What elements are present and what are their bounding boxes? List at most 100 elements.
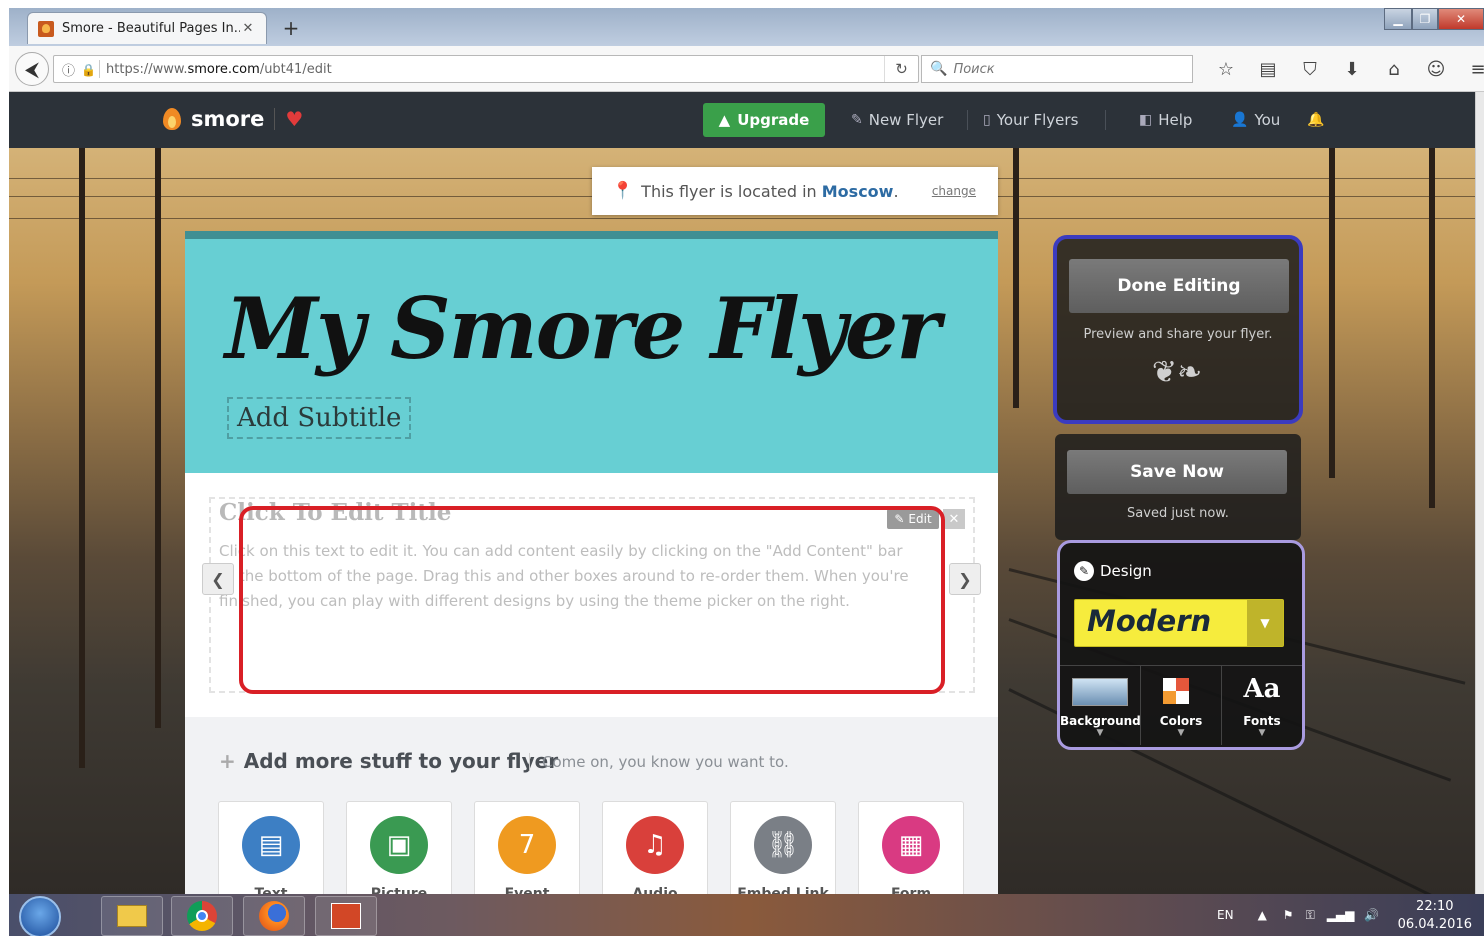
minimize-button[interactable]: ▁ [1384, 8, 1412, 30]
upgrade-icon: ▲ [718, 111, 731, 129]
smore-logo[interactable]: smore ♥ [161, 106, 303, 132]
window-controls: ▁ ❐ ✕ [1384, 8, 1484, 30]
close-window-button[interactable]: ✕ [1438, 8, 1484, 30]
chevron-down-icon[interactable]: ▼ [1247, 600, 1283, 646]
new-tab-button[interactable]: + [279, 16, 303, 40]
logo-text: smore [191, 107, 265, 131]
design-label: ✎ Design [1074, 561, 1152, 581]
scrollbar[interactable] [1475, 92, 1484, 894]
browser-tab[interactable]: Smore - Beautiful Pages In... ✕ [27, 12, 267, 44]
language-indicator[interactable]: EN [1217, 908, 1234, 922]
pocket-icon[interactable]: ⛉ [1289, 56, 1331, 82]
colors-tool[interactable]: Colors ▼ [1141, 666, 1222, 745]
form-icon: ▦ [882, 816, 940, 874]
file-explorer-icon[interactable] [101, 896, 163, 936]
reading-list-icon[interactable]: ▤ [1247, 56, 1289, 82]
background-icon [1072, 678, 1128, 706]
notifications-bell-icon[interactable]: 🔔 [1307, 103, 1330, 137]
fonts-tool[interactable]: Aa Fonts ▼ [1222, 666, 1302, 745]
previous-arrow-icon[interactable]: ❮ [202, 563, 234, 595]
url-text[interactable]: https://www.smore.com/ubt41/edit [106, 62, 884, 77]
delete-block-icon[interactable]: ✕ [943, 509, 965, 529]
maximize-button[interactable]: ❐ [1412, 8, 1438, 30]
nav-new-flyer[interactable]: ✎ New Flyer [851, 103, 943, 137]
home-icon[interactable]: ⌂ [1373, 56, 1415, 82]
help-icon: ◧ [1139, 112, 1153, 128]
add-form-card[interactable]: ▦ Form [858, 801, 964, 894]
save-now-button[interactable]: Save Now [1067, 450, 1287, 494]
flyer-body: ✎ Edit ✕ Click To Edit Title Click on thi… [185, 473, 998, 717]
add-picture-card[interactable]: ▣ Picture [346, 801, 452, 894]
taskbar: EN ▲ ⚑ ⚿ ▂▄▆ 🔊 22:10 06.04.2016 [9, 894, 1484, 936]
search-bar[interactable]: 🔍 [921, 55, 1193, 83]
nav-your-flyers[interactable]: ▯ Your Flyers [983, 103, 1078, 137]
windows-start-button[interactable] [19, 896, 61, 936]
system-tray: EN ▲ ⚑ ⚿ ▂▄▆ 🔊 22:10 06.04.2016 [1197, 894, 1484, 936]
menu-icon[interactable]: ≡ [1457, 56, 1484, 82]
design-panel: ✎Design Modern ▼ Background ▼ Colors ▼ [1057, 540, 1305, 750]
add-more-section: + Add more stuff to your flyer Come on, y… [185, 717, 998, 894]
navigation-bar: ⮜ ⓘ 🔒 https://www.smore.com/ubt41/edit ↻… [9, 46, 1484, 92]
signal-icon[interactable]: ▂▄▆ [1327, 908, 1355, 922]
download-icon[interactable]: ⬇ [1331, 56, 1373, 82]
nav-you[interactable]: 👤 You [1231, 103, 1280, 137]
flyer-canvas: My Smore Flyer Add Subtitle ✎ Edit ✕ Clic… [185, 231, 998, 894]
colors-icon [1163, 678, 1189, 704]
volume-icon[interactable]: 🔊 [1364, 908, 1379, 922]
action-center-flag-icon[interactable]: ⚑ [1283, 908, 1294, 922]
user-icon: 👤 [1231, 112, 1249, 128]
location-bar: 📍 This flyer is located in Moscow. chang… [592, 167, 998, 215]
fonts-dropdown-icon: ▼ [1258, 728, 1266, 738]
add-more-subtitle: Come on, you know you want to. [529, 753, 789, 771]
chat-icon[interactable]: ☺ [1415, 56, 1457, 82]
add-audio-card[interactable]: ♫ Audio [602, 801, 708, 894]
presentation-app-icon[interactable] [315, 896, 377, 936]
background-dropdown-icon: ▼ [1096, 728, 1104, 738]
show-hidden-icons-icon[interactable]: ▲ [1258, 908, 1267, 922]
search-input[interactable] [953, 61, 1174, 77]
flyer-title[interactable]: My Smore Flyer [225, 279, 941, 378]
flyer-subtitle[interactable]: Add Subtitle [227, 397, 412, 439]
block-title[interactable]: Click To Edit Title [219, 499, 451, 526]
new-flyer-icon: ✎ [851, 112, 863, 128]
music-note-icon: ♫ [626, 816, 684, 874]
theme-select[interactable]: Modern ▼ [1074, 599, 1284, 647]
chrome-icon[interactable] [171, 896, 233, 936]
add-text-card[interactable]: ▤ Text [218, 801, 324, 894]
firefox-icon[interactable] [243, 896, 305, 936]
upgrade-button[interactable]: ▲ Upgrade [703, 103, 825, 137]
theme-name: Modern [1087, 604, 1212, 638]
clock[interactable]: 22:10 06.04.2016 [1398, 898, 1472, 934]
info-icon[interactable]: ⓘ [62, 60, 75, 79]
page-content: smore ♥ ▲ Upgrade ✎ New Flyer ▯ Your Flyers… [9, 92, 1475, 894]
block-text[interactable]: Click on this text to edit it. You can a… [219, 539, 919, 614]
add-event-card[interactable]: 7 Event [474, 801, 580, 894]
lock-icon: 🔒 [81, 63, 96, 77]
design-icon: ✎ [1074, 561, 1094, 581]
smore-favicon-icon [38, 20, 54, 37]
heart-icon[interactable]: ♥ [285, 107, 303, 131]
add-more-title: + Add more stuff to your flyer [219, 749, 559, 773]
pencil-icon: ✎ [894, 512, 905, 526]
browser-window: Smore - Beautiful Pages In... ✕ + ▁ ❐ ✕ … [9, 8, 1484, 936]
map-pin-icon: 📍 [612, 181, 634, 201]
network-icon[interactable]: ⚿ [1306, 908, 1315, 923]
nav-help[interactable]: ◧ Help [1139, 103, 1192, 137]
reload-icon[interactable]: ↻ [884, 56, 918, 82]
back-button[interactable]: ⮜ [15, 52, 49, 86]
address-bar[interactable]: ⓘ 🔒 https://www.smore.com/ubt41/edit ↻ [53, 55, 919, 83]
bookmark-star-icon[interactable]: ☆ [1205, 56, 1247, 82]
edit-block-button[interactable]: ✎ Edit [887, 509, 939, 529]
tab-strip: Smore - Beautiful Pages In... ✕ + ▁ ❐ ✕ [9, 8, 1484, 46]
done-editing-note: Preview and share your flyer. [1083, 327, 1273, 342]
add-embed-link-card[interactable]: ⛓ Embed Link [730, 801, 836, 894]
link-icon: ⛓ [754, 816, 812, 874]
search-icon: 🔍 [930, 61, 948, 77]
close-tab-icon[interactable]: ✕ [240, 21, 256, 36]
next-arrow-icon[interactable]: ❯ [949, 563, 981, 595]
location-text: This flyer is located in Moscow. [641, 181, 899, 201]
background-tool[interactable]: Background ▼ [1060, 666, 1141, 745]
change-location-link[interactable]: change [932, 184, 976, 198]
done-editing-button[interactable]: Done Editing [1069, 259, 1289, 313]
save-panel: Save Now Saved just now. [1055, 434, 1301, 540]
